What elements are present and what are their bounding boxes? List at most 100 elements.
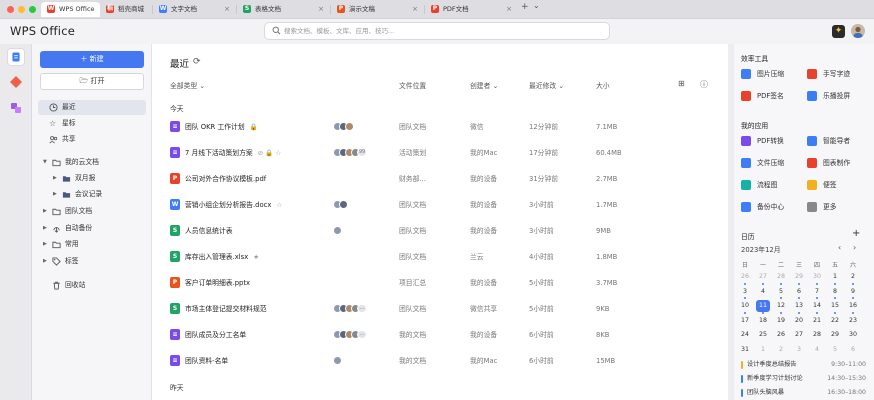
- calendar-day[interactable]: 17: [738, 315, 752, 327]
- prev-month-icon[interactable]: ‹: [838, 243, 841, 252]
- tool-flowchart[interactable]: 流程图: [741, 178, 805, 192]
- sidebar-item-trash[interactable]: 回收站: [38, 278, 146, 293]
- new-tab-button[interactable]: +: [521, 2, 529, 12]
- avatar[interactable]: [851, 24, 865, 38]
- table-row[interactable]: S 人员信息统计表 团队文档 我的设备 3小时前 9MB: [152, 218, 728, 244]
- table-row[interactable]: S 库存出入管理表.xlsx ★ 团队文档 兰云 4小时前 1.8MB: [152, 244, 728, 270]
- tool-pdf-sign[interactable]: PDF签名: [741, 89, 805, 103]
- sidebar-item-common[interactable]: ▶ 常用: [38, 237, 146, 252]
- calendar-day[interactable]: 16: [846, 300, 860, 312]
- calendar-day[interactable]: 18: [756, 315, 770, 327]
- calendar-day[interactable]: 27: [756, 271, 770, 283]
- tool-note[interactable]: 便签: [807, 178, 871, 192]
- tool-cast[interactable]: 乐播投屏: [807, 89, 871, 103]
- chevron-right-icon[interactable]: ▶: [43, 221, 47, 236]
- add-event-button[interactable]: +: [852, 228, 860, 239]
- calendar-day[interactable]: 22: [828, 315, 842, 327]
- minimize-window-dot[interactable]: [18, 6, 25, 13]
- tab-docer[interactable]: 稻稻壳商城: [100, 2, 152, 17]
- calendar-day[interactable]: 29: [828, 329, 842, 341]
- tab-sheet[interactable]: S 表格文档 ×: [237, 2, 329, 17]
- calendar-day[interactable]: 11: [756, 300, 770, 312]
- sidebar-item-bimonthly[interactable]: ▶ 双月报: [38, 171, 146, 186]
- calendar-day[interactable]: 19: [774, 315, 788, 327]
- column-header-modified[interactable]: 最近修改 ⌄: [529, 80, 564, 90]
- calendar-day[interactable]: 5: [828, 344, 842, 356]
- refresh-icon[interactable]: ⟳: [193, 57, 201, 67]
- calendar-day[interactable]: 20: [792, 315, 806, 327]
- add-folder-icon[interactable]: ⊞: [678, 79, 685, 88]
- tool-backup-center[interactable]: 备份中心: [741, 200, 805, 214]
- calendar-day[interactable]: 30: [846, 329, 860, 341]
- tool-more-apps[interactable]: 更多: [807, 200, 871, 214]
- calendar-day[interactable]: 21: [810, 315, 824, 327]
- tool-file-compress[interactable]: 文件压缩: [741, 156, 805, 170]
- calendar-day[interactable]: 12: [774, 300, 788, 312]
- calendar-day[interactable]: 23: [846, 315, 860, 327]
- calendar-day[interactable]: 29: [792, 271, 806, 283]
- chevron-right-icon[interactable]: ▶: [43, 204, 47, 219]
- calendar-day[interactable]: 1: [756, 344, 770, 356]
- sidebar-item-recent[interactable]: 最近: [38, 100, 146, 115]
- tab-pdf[interactable]: P PDF文档 ×: [425, 2, 517, 17]
- calendar-day[interactable]: 13: [792, 300, 806, 312]
- rail-templates-button[interactable]: [7, 73, 25, 91]
- calendar-day[interactable]: 1: [828, 271, 842, 283]
- table-row[interactable]: P 公司对外合作协议模板.pdf 财务部... 我的设备 31分钟前 2.7MB: [152, 166, 728, 192]
- file-status-icons[interactable]: ☆: [276, 201, 282, 209]
- new-button[interactable]: ＋ 新建: [40, 51, 144, 68]
- file-status-icons[interactable]: ⊘ 🔒 ☆: [258, 149, 282, 157]
- rail-docs-button[interactable]: [7, 48, 25, 66]
- calendar-event[interactable]: 新季度学习计划讨论 14:30–15:30: [741, 373, 866, 385]
- calendar-day[interactable]: 2: [846, 271, 860, 283]
- calendar-day[interactable]: 10: [738, 300, 752, 312]
- calendar-day[interactable]: 15: [828, 300, 842, 312]
- calendar-day[interactable]: 27: [792, 329, 806, 341]
- info-icon[interactable]: ⓘ: [700, 79, 708, 90]
- calendar-day[interactable]: 2: [774, 344, 788, 356]
- table-row[interactable]: ≡ 团队成员及分工名单 … 我的文档 我的设备 6小时前 8KB: [152, 322, 728, 348]
- tool-handwriting[interactable]: 手写字迹: [807, 67, 871, 81]
- calendar-day[interactable]: 7: [810, 286, 824, 298]
- premium-icon[interactable]: ✦: [832, 25, 845, 38]
- chevron-right-icon[interactable]: ▶: [43, 237, 47, 252]
- chevron-right-icon[interactable]: ▶: [53, 187, 57, 202]
- calendar-event[interactable]: 团队头脑风暴 16:30–18:00: [741, 387, 866, 399]
- close-tab-icon[interactable]: ×: [318, 2, 324, 17]
- tab-wps-office[interactable]: W WPS Office: [41, 2, 100, 17]
- calendar-day[interactable]: 3: [738, 286, 752, 298]
- calendar-day[interactable]: 26: [738, 271, 752, 283]
- sidebar-item-shared[interactable]: 共享: [38, 132, 146, 147]
- table-row[interactable]: W 营销小组企划分析报告.docx ☆ 团队文档 我的设备 3小时前 1.7MB: [152, 192, 728, 218]
- chevron-right-icon[interactable]: ▶: [43, 254, 47, 269]
- tool-image-compress[interactable]: 图片压缩: [741, 67, 805, 81]
- calendar-day[interactable]: 30: [810, 271, 824, 283]
- next-month-icon[interactable]: ›: [853, 243, 856, 252]
- tab-writer[interactable]: W 文字文档 ×: [153, 2, 235, 17]
- calendar-day[interactable]: 3: [792, 344, 806, 356]
- calendar-day[interactable]: 6: [846, 344, 860, 356]
- tab-slides[interactable]: P 演示文稿 ×: [331, 2, 423, 17]
- sidebar-item-my-cloud-docs[interactable]: ▼ 我的云文档: [38, 155, 146, 170]
- chevron-down-icon[interactable]: ▼: [43, 155, 47, 170]
- calendar-day[interactable]: 4: [756, 286, 770, 298]
- table-row[interactable]: P 客户订单明细表.pptx 项目汇总 我的设备 5小时前 3.7MB: [152, 270, 728, 296]
- calendar-day[interactable]: 4: [810, 344, 824, 356]
- calendar-day[interactable]: 28: [810, 329, 824, 341]
- calendar-day[interactable]: 26: [774, 329, 788, 341]
- file-status-icons[interactable]: ★: [253, 253, 259, 261]
- rail-apps-button[interactable]: [7, 99, 25, 117]
- sidebar-item-tags[interactable]: ▶ 标签: [38, 254, 146, 269]
- column-header-type[interactable]: 全部类型 ⌄: [170, 80, 205, 90]
- sidebar-item-meeting-notes[interactable]: ▶ 会议记录: [38, 187, 146, 202]
- table-row[interactable]: ≡ 7 月线下活动策划方案 ⊘ 🔒 ☆ 99 活动策划 我的Mac 17分钟前 60.4MB: [152, 140, 728, 166]
- calendar-day[interactable]: 5: [774, 286, 788, 298]
- close-window-dot[interactable]: [7, 6, 14, 13]
- close-tab-icon[interactable]: ×: [412, 2, 418, 17]
- calendar-day[interactable]: 14: [810, 300, 824, 312]
- calendar-day[interactable]: 24: [738, 329, 752, 341]
- calendar-day[interactable]: 8: [828, 286, 842, 298]
- column-header-creator[interactable]: 创建者 ⌄: [470, 80, 498, 90]
- open-button[interactable]: 🗁 打开: [40, 73, 144, 90]
- tab-list-button[interactable]: ⌄: [533, 1, 540, 10]
